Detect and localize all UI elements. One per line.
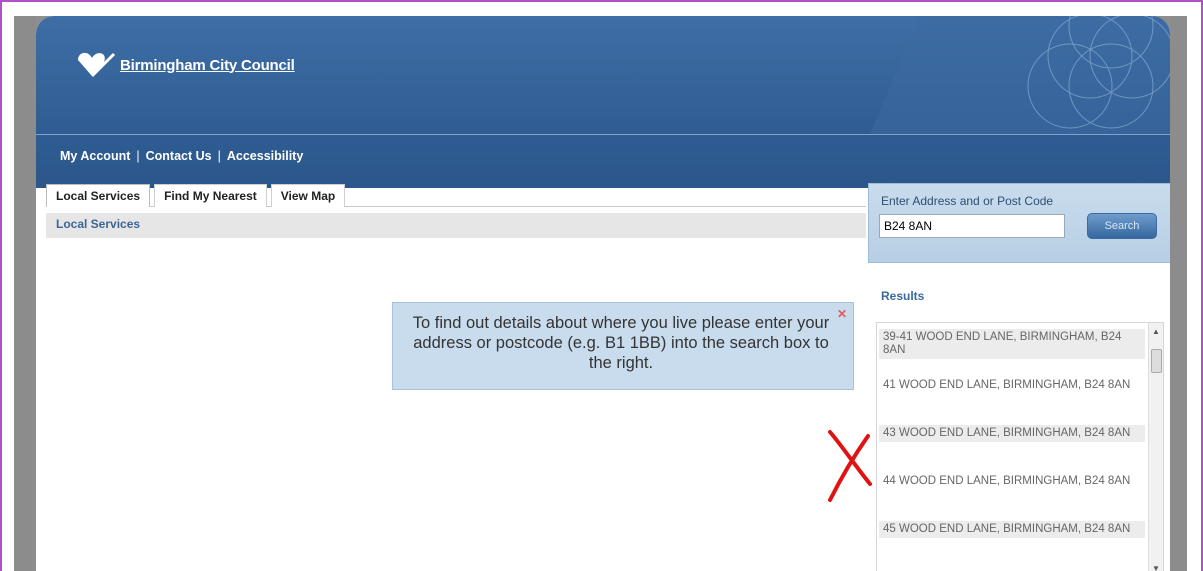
search-button[interactable]: Search: [1087, 213, 1157, 239]
tooltip-text: To find out details about where you live…: [412, 314, 830, 372]
window-margin-right: [1187, 16, 1201, 571]
heart-logo-icon: [78, 52, 116, 78]
close-icon[interactable]: ✕: [837, 307, 847, 321]
nav-my-account[interactable]: My Account: [60, 149, 130, 163]
result-item[interactable]: 39-41 WOOD END LANE, BIRMINGHAM, B24 8AN: [879, 329, 1145, 359]
nav-separator: |: [136, 149, 140, 163]
results-scrollbar[interactable]: ▲ ▼: [1148, 323, 1163, 571]
help-tooltip: To find out details about where you live…: [392, 302, 854, 390]
tab-find-my-nearest[interactable]: Find My Nearest: [154, 184, 267, 207]
scroll-thumb[interactable]: [1151, 349, 1162, 373]
page-shadow-left: [14, 16, 36, 571]
result-item[interactable]: 44 WOOD END LANE, BIRMINGHAM, B24 8AN: [879, 473, 1145, 490]
page: Birmingham City Council My Account | Con…: [36, 16, 1170, 571]
annotation-x-mark: [828, 430, 872, 502]
nav-contact-us[interactable]: Contact Us: [146, 149, 212, 163]
results-title: Results: [881, 289, 925, 303]
window-margin-left: [2, 16, 14, 571]
results-list[interactable]: 39-41 WOOD END LANE, BIRMINGHAM, B24 8AN…: [876, 322, 1164, 571]
nav-links: My Account | Contact Us | Accessibility: [60, 149, 303, 163]
tab-view-map[interactable]: View Map: [270, 184, 346, 207]
result-item[interactable]: 45 WOOD END LANE, BIRMINGHAM, B24 8AN: [879, 521, 1145, 538]
nav-accessibility[interactable]: Accessibility: [227, 149, 303, 163]
result-item[interactable]: 43 WOOD END LANE, BIRMINGHAM, B24 8AN: [879, 425, 1145, 442]
breadcrumb[interactable]: Local Services: [56, 217, 140, 231]
selection-border-top: [0, 0, 1203, 2]
scroll-down-arrow-icon[interactable]: ▼: [1152, 564, 1160, 571]
page-shadow-right: [1170, 16, 1187, 571]
site-header: Birmingham City Council My Account | Con…: [36, 16, 1170, 188]
search-panel: Enter Address and or Post Code Search: [868, 183, 1170, 263]
breadcrumb-bar: Local Services: [46, 213, 866, 238]
window-top-border: [0, 0, 1203, 16]
logo-text[interactable]: Birmingham City Council: [120, 57, 295, 74]
nav-separator: |: [217, 149, 221, 163]
search-label: Enter Address and or Post Code: [881, 194, 1054, 208]
tab-bar: Local Services Find My Nearest View Map: [46, 184, 349, 207]
result-item[interactable]: 41 WOOD END LANE, BIRMINGHAM, B24 8AN: [879, 377, 1145, 394]
decorative-pattern: [870, 16, 1170, 134]
scroll-up-arrow-icon[interactable]: ▲: [1152, 327, 1160, 336]
council-logo[interactable]: Birmingham City Council: [74, 48, 295, 82]
tab-local-services[interactable]: Local Services: [46, 184, 151, 207]
top-nav: My Account | Contact Us | Accessibility: [36, 134, 1170, 189]
search-input[interactable]: [879, 214, 1065, 238]
